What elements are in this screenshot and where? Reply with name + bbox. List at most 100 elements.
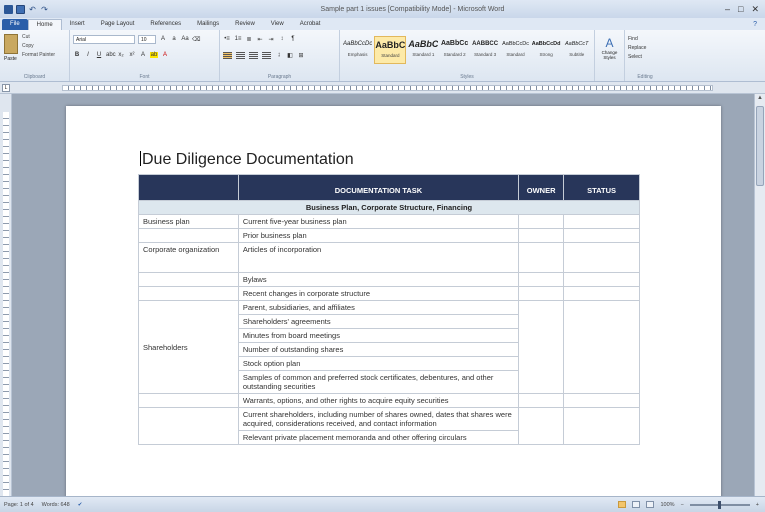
status-cell[interactable] [563, 242, 640, 273]
category-cell[interactable] [138, 407, 239, 445]
style-standard-4[interactable]: AaBbCcDc Standard [501, 36, 529, 64]
font-color-icon[interactable]: A [161, 52, 169, 58]
minimize-button[interactable]: – [725, 4, 730, 15]
shrink-font-icon[interactable]: a [170, 36, 178, 42]
bold-icon[interactable]: B [73, 52, 81, 58]
owner-cell[interactable] [518, 300, 565, 394]
maximize-button[interactable]: □ [738, 4, 743, 15]
status-cell[interactable] [563, 393, 640, 408]
line-spacing-icon[interactable]: ↨ [275, 52, 283, 58]
change-styles-icon[interactable]: A [598, 36, 621, 50]
category-cell[interactable] [138, 228, 239, 243]
task-cell[interactable]: Minutes from board meetings [237, 328, 520, 343]
page-count[interactable]: Page: 1 of 4 [4, 502, 34, 508]
clear-formatting-icon[interactable]: ⌫ [192, 36, 200, 43]
owner-cell[interactable] [518, 393, 565, 408]
subscript-icon[interactable]: x₂ [117, 52, 125, 58]
owner-cell[interactable] [518, 228, 565, 243]
numbering-icon[interactable]: 1≡ [234, 36, 242, 42]
zoom-slider[interactable] [689, 500, 750, 509]
paste-icon[interactable] [4, 34, 18, 54]
tab-page-layout[interactable]: Page Layout [93, 19, 143, 30]
tab-view[interactable]: View [263, 19, 292, 30]
text-effects-icon[interactable]: A [139, 52, 147, 58]
task-cell[interactable]: Warrants, options, and other rights to a… [237, 393, 520, 408]
category-cell[interactable]: Corporate organization [138, 242, 239, 273]
task-cell[interactable]: Shareholders' agreements [237, 314, 520, 329]
font-size-select[interactable]: 10 [138, 34, 156, 44]
category-cell[interactable] [138, 393, 239, 408]
underline-icon[interactable]: U [95, 52, 103, 58]
show-marks-icon[interactable]: ¶ [289, 36, 297, 42]
tab-review[interactable]: Review [227, 19, 263, 30]
align-right-icon[interactable] [249, 51, 258, 59]
find-button[interactable]: Find [628, 36, 662, 45]
style-standard-3[interactable]: AABBCC Standard 3 [471, 36, 499, 64]
vertical-scrollbar[interactable]: ▲ [754, 94, 765, 496]
task-cell[interactable]: Prior business plan [237, 228, 520, 243]
font-name-select[interactable]: Arial [73, 34, 135, 44]
ruler-scale[interactable] [62, 85, 713, 91]
task-cell[interactable]: Number of outstanding shares [237, 342, 520, 357]
zoom-out-icon[interactable]: − [681, 502, 684, 508]
help-icon[interactable]: ? [753, 19, 757, 30]
shading-icon[interactable]: ◧ [286, 52, 294, 59]
web-layout-view-icon[interactable] [646, 501, 655, 508]
borders-icon[interactable]: ⊞ [297, 52, 305, 59]
status-cell[interactable] [563, 407, 640, 445]
bullets-icon[interactable]: •≡ [223, 36, 231, 42]
superscript-icon[interactable]: x² [128, 52, 136, 58]
copy-button[interactable]: Copy [22, 43, 34, 49]
zoom-in-icon[interactable]: + [756, 502, 759, 508]
tab-mailings[interactable]: Mailings [189, 19, 227, 30]
task-cell[interactable]: Recent changes in corporate structure [237, 286, 520, 301]
select-button[interactable]: Select [628, 54, 662, 63]
owner-cell[interactable] [518, 214, 565, 229]
zoom-slider-knob[interactable] [717, 500, 721, 509]
scroll-up-icon[interactable]: ▲ [756, 95, 764, 103]
increase-indent-icon[interactable]: ⇥ [267, 36, 275, 43]
category-cell[interactable] [138, 272, 239, 287]
style-standard-1[interactable]: AaBbC Standard 1 [408, 36, 438, 64]
style-standard[interactable]: AaBbC Standard [374, 36, 407, 64]
style-subtitle[interactable]: AaBbCcT Subtitle [563, 36, 591, 64]
category-cell[interactable]: Business plan [138, 214, 239, 229]
save-icon[interactable] [16, 4, 25, 14]
status-cell[interactable] [563, 300, 640, 394]
category-cell-shareholders[interactable]: Shareholders [138, 300, 239, 394]
highlight-icon[interactable]: ab [150, 52, 158, 58]
scroll-thumb[interactable] [756, 106, 764, 186]
replace-button[interactable]: Replace [628, 45, 662, 54]
document-page[interactable]: Due Diligence Documentation DOCUMENTATIO… [66, 106, 721, 496]
tab-insert[interactable]: Insert [62, 19, 93, 30]
full-screen-view-icon[interactable] [632, 501, 641, 508]
owner-cell[interactable] [518, 407, 565, 445]
strikethrough-icon[interactable]: abc [106, 52, 116, 58]
task-cell[interactable]: Stock option plan [237, 356, 520, 371]
word-logo-icon[interactable] [4, 4, 13, 14]
tab-file[interactable]: File [2, 19, 28, 30]
status-cell[interactable] [563, 272, 640, 287]
italic-icon[interactable]: I [84, 52, 92, 58]
undo-icon[interactable]: ↶ [28, 5, 37, 14]
grow-font-icon[interactable]: A [159, 36, 167, 42]
section-title[interactable]: Business Plan, Corporate Structure, Fina… [138, 200, 640, 215]
multilevel-list-icon[interactable]: ≣ [245, 36, 253, 43]
zoom-level[interactable]: 100% [660, 502, 674, 508]
task-cell[interactable]: Articles of incorporation [237, 242, 520, 273]
format-painter-button[interactable]: Format Painter [22, 52, 55, 58]
style-strong[interactable]: AaBbCcDd Strong [532, 36, 561, 64]
change-styles-button[interactable]: Change Styles [598, 50, 621, 60]
decrease-indent-icon[interactable]: ⇤ [256, 36, 264, 43]
style-emphasis[interactable]: AaBbCcDc Emphasis [343, 36, 372, 64]
document-title-line[interactable]: Due Diligence Documentation [140, 151, 354, 169]
style-standard-2[interactable]: AaBbCc Standard 2 [440, 36, 468, 64]
align-center-icon[interactable] [236, 51, 245, 59]
task-cell[interactable]: Parent, subsidiaries, and affiliates [237, 300, 520, 315]
task-cell[interactable]: Bylaws [237, 272, 520, 287]
category-cell[interactable] [138, 286, 239, 301]
sort-icon[interactable]: ↕ [278, 36, 286, 42]
task-cell[interactable]: Relevant private placement memoranda and… [237, 430, 520, 445]
print-layout-view-icon[interactable] [618, 501, 627, 508]
word-count[interactable]: Words: 648 [42, 502, 70, 508]
